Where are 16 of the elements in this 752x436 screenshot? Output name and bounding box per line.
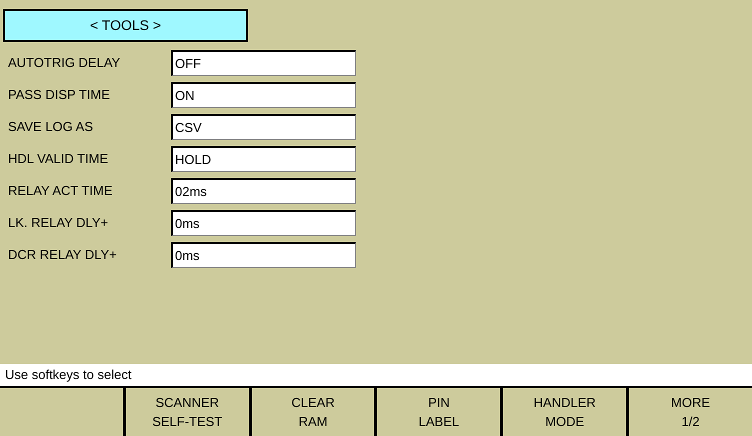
status-bar: Use softkeys to select	[0, 364, 752, 386]
setting-label: LK. RELAY DLY+	[8, 214, 110, 232]
setting-label: AUTOTRIG DELAY	[8, 54, 122, 72]
value-field[interactable]: 0ms	[171, 210, 356, 236]
value-field[interactable]: HOLD	[171, 146, 356, 172]
setting-label: PASS DISP TIME	[8, 86, 111, 104]
setting-label: RELAY ACT TIME	[8, 182, 114, 200]
value-field[interactable]: 02ms	[171, 178, 356, 204]
setting-label: HDL VALID TIME	[8, 150, 110, 168]
value-field[interactable]: 0ms	[171, 242, 356, 268]
setting-label: DCR RELAY DLY+	[8, 246, 118, 264]
setting-label: SAVE LOG AS	[8, 118, 94, 136]
value-field[interactable]: CSV	[171, 114, 356, 140]
value-field[interactable]: ON	[171, 82, 356, 108]
value-field[interactable]: OFF	[171, 50, 356, 76]
screen-title: < TOOLS >	[3, 9, 248, 42]
